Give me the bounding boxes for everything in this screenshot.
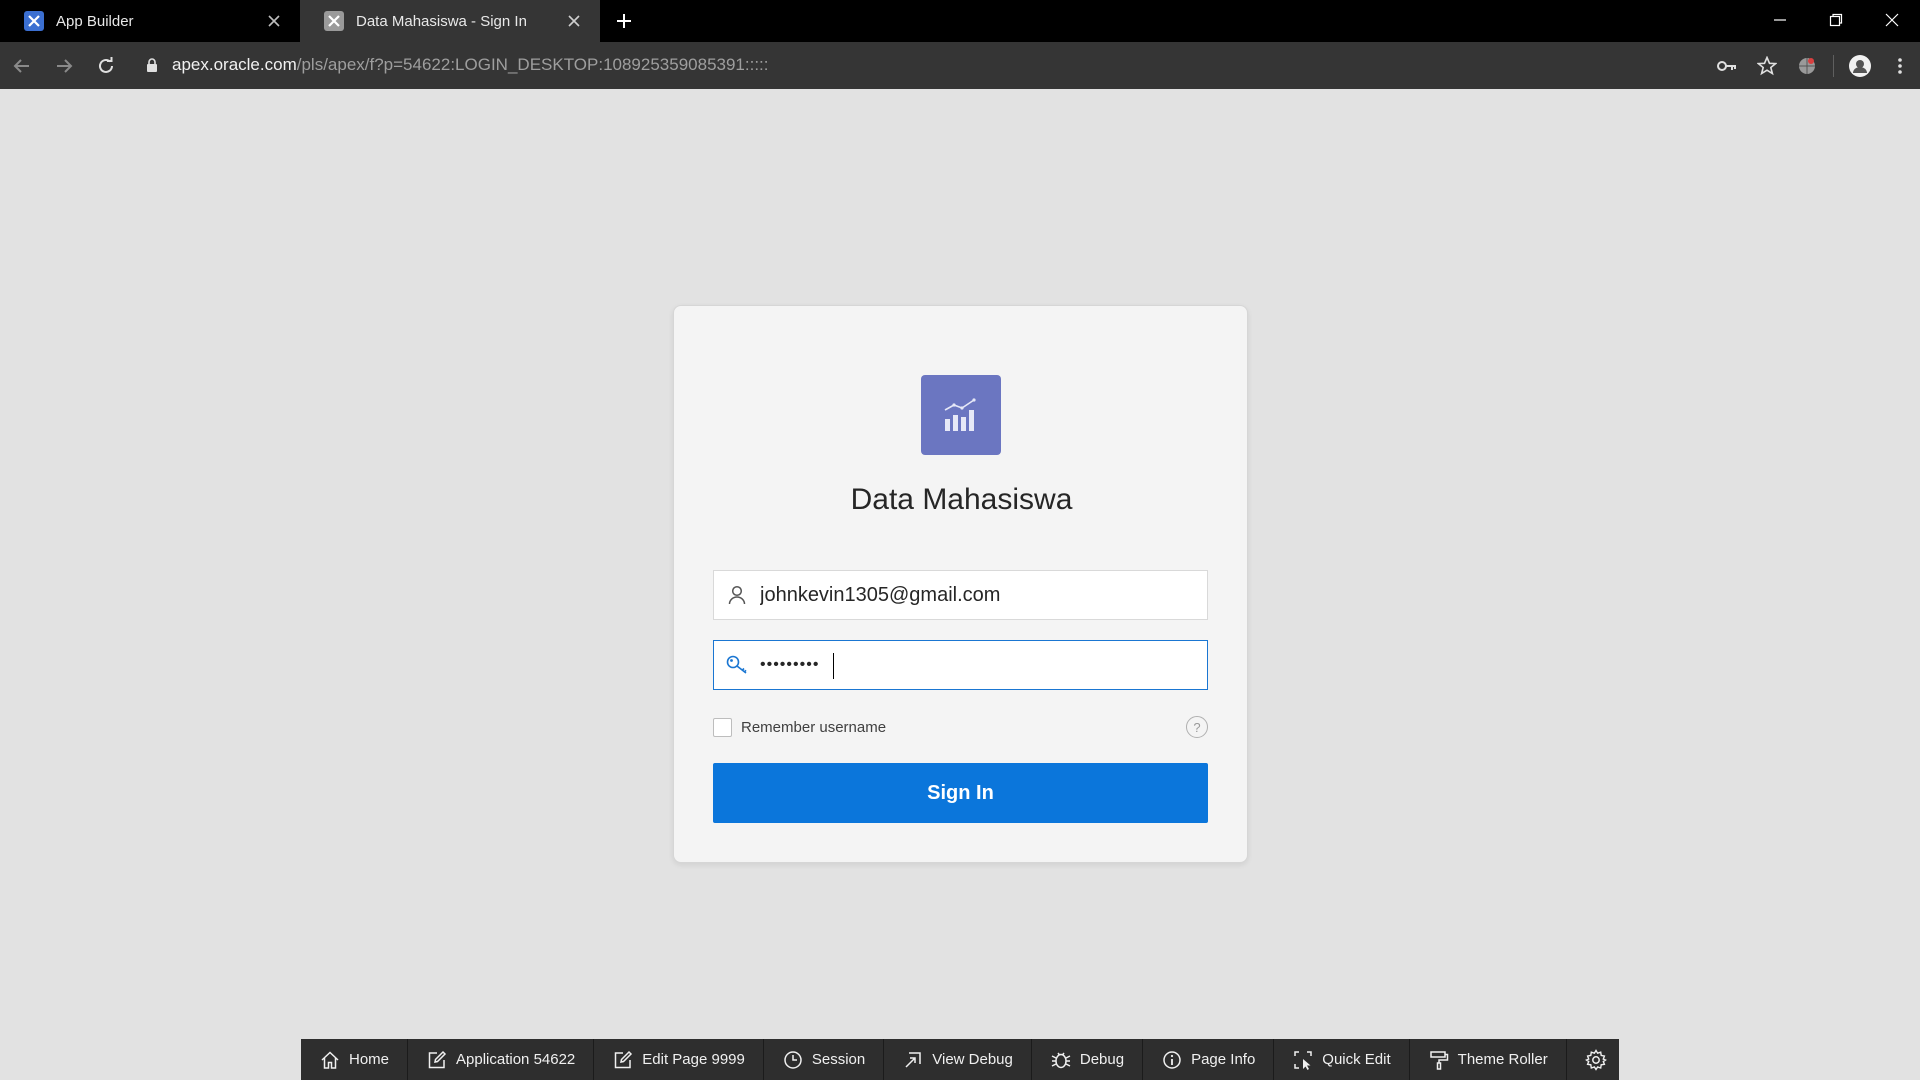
devbar-application-button[interactable]: Application 54622 <box>408 1039 595 1080</box>
devbar-edit-page-button[interactable]: Edit Page 9999 <box>594 1039 764 1080</box>
devbar-home-label: Home <box>349 1051 390 1068</box>
restore-icon <box>1829 13 1843 27</box>
devbar-debug-button[interactable]: Debug <box>1032 1039 1144 1080</box>
url-host: apex.oracle.com <box>172 55 297 74</box>
back-arrow-icon <box>13 58 29 73</box>
close-icon[interactable] <box>564 11 584 31</box>
quick-edit-icon <box>1292 1049 1314 1071</box>
devbar-session-label: Session <box>811 1051 866 1068</box>
bookmark-star-icon[interactable] <box>1747 46 1787 86</box>
username-field[interactable] <box>713 570 1208 620</box>
chart-icon <box>944 398 976 431</box>
key-icon <box>714 641 760 689</box>
devbar-view-debug-button[interactable]: View Debug <box>884 1039 1032 1080</box>
close-icon <box>1885 13 1899 27</box>
tab-title: Data Mahasiswa - Sign In <box>356 12 527 30</box>
reload-button[interactable] <box>86 46 126 86</box>
key-icon[interactable] <box>1707 46 1747 86</box>
text-cursor <box>833 653 834 679</box>
app-logo <box>921 375 1001 455</box>
edit-icon <box>612 1049 634 1071</box>
devbar-edit-page-label: Edit Page 9999 <box>642 1051 745 1068</box>
devbar-settings-button[interactable] <box>1567 1039 1625 1080</box>
login-card: Data Mahasiswa Remember username ? Sign … <box>673 305 1248 863</box>
window-controls <box>1752 0 1920 42</box>
toolbar-actions <box>1707 42 1920 89</box>
remember-username-row: Remember username ? <box>713 715 1208 739</box>
devbar-debug-label: Debug <box>1079 1051 1125 1068</box>
info-icon <box>1161 1049 1183 1071</box>
devbar-theme-roller-button[interactable]: Theme Roller <box>1410 1039 1567 1080</box>
devbar-page-info-label: Page Info <box>1191 1051 1256 1068</box>
toolbar-separator <box>1833 54 1834 77</box>
remember-username-checkbox[interactable] <box>713 717 732 737</box>
apex-builder-icon <box>24 11 44 31</box>
apex-app-icon <box>324 11 344 31</box>
browser-tab-strip: App Builder Data Mahasiswa - Sign In <box>0 0 1920 42</box>
view-debug-icon <box>902 1049 924 1071</box>
tab-data-mahasiswa-sign-in[interactable]: Data Mahasiswa - Sign In <box>300 0 600 42</box>
restore-button[interactable] <box>1808 0 1864 40</box>
developer-toolbar: Home Application 54622 Edit Page 9999 Se… <box>301 1039 1619 1080</box>
minimize-button[interactable] <box>1752 0 1808 40</box>
tab-title: App Builder <box>56 12 134 30</box>
devbar-session-button[interactable]: Session <box>764 1039 885 1080</box>
app-title: Data Mahasiswa <box>850 483 1073 516</box>
forward-button[interactable] <box>44 46 84 86</box>
devbar-application-label: Application 54622 <box>456 1051 576 1068</box>
remember-username-label[interactable]: Remember username <box>741 719 1186 736</box>
profile-avatar-icon[interactable] <box>1840 46 1880 86</box>
devbar-home-button[interactable]: Home <box>301 1039 409 1080</box>
back-button[interactable] <box>2 46 42 86</box>
close-window-button[interactable] <box>1864 0 1920 40</box>
devbar-quick-edit-button[interactable]: Quick Edit <box>1274 1039 1410 1080</box>
close-icon[interactable] <box>264 11 284 31</box>
address-bar[interactable]: apex.oracle.com/pls/apex/f?p=54622:LOGIN… <box>146 48 769 82</box>
plus-icon <box>617 14 631 28</box>
reload-icon <box>99 56 113 73</box>
edit-icon <box>426 1049 448 1071</box>
username-input[interactable] <box>760 573 1207 617</box>
bug-icon <box>1050 1049 1072 1071</box>
url-path: /pls/apex/f?p=54622:LOGIN_DESKTOP:108925… <box>296 55 769 74</box>
new-tab-button[interactable] <box>600 0 648 42</box>
browser-toolbar: apex.oracle.com/pls/apex/f?p=54622:LOGIN… <box>0 42 1920 89</box>
home-icon <box>319 1049 341 1071</box>
forward-arrow-icon <box>57 58 73 73</box>
clock-icon <box>782 1049 804 1071</box>
user-icon <box>714 571 760 619</box>
minimize-icon <box>1774 19 1786 21</box>
password-field[interactable] <box>713 640 1208 690</box>
kebab-menu-icon[interactable] <box>1880 46 1920 86</box>
help-icon[interactable]: ? <box>1186 716 1208 738</box>
gear-icon <box>1584 1048 1607 1071</box>
devbar-page-info-button[interactable]: Page Info <box>1143 1039 1275 1080</box>
devbar-quick-edit-label: Quick Edit <box>1322 1051 1391 1068</box>
sign-in-button[interactable]: Sign In <box>713 763 1208 823</box>
extension-globe-icon[interactable] <box>1787 46 1827 86</box>
tab-app-builder[interactable]: App Builder <box>0 0 300 42</box>
lock-icon <box>146 57 158 73</box>
paint-roller-icon <box>1428 1049 1450 1071</box>
devbar-view-debug-label: View Debug <box>932 1051 1013 1068</box>
devbar-theme-roller-label: Theme Roller <box>1457 1051 1548 1068</box>
password-input[interactable] <box>760 643 1207 687</box>
